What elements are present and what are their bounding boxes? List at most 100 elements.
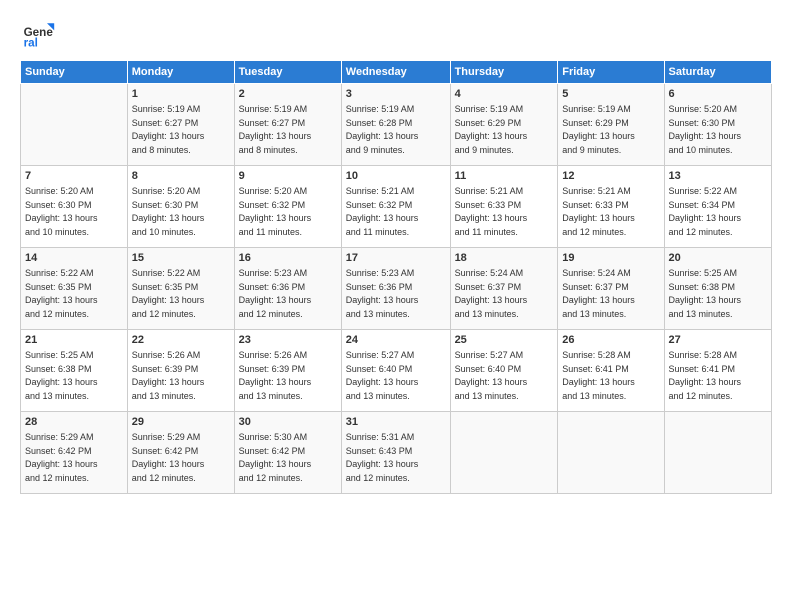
- day-info: Sunrise: 5:27 AM Sunset: 6:40 PM Dayligh…: [346, 350, 419, 401]
- calendar-cell: 28 Sunrise: 5:29 AM Sunset: 6:42 PM Dayli…: [21, 412, 128, 494]
- calendar-week-row: 7Sunrise: 5:20 AM Sunset: 6:30 PM Daylig…: [21, 166, 772, 248]
- calendar-cell: 16Sunrise: 5:23 AM Sunset: 6:36 PM Dayli…: [234, 248, 341, 330]
- calendar-week-row: 28 Sunrise: 5:29 AM Sunset: 6:42 PM Dayli…: [21, 412, 772, 494]
- day-info: Sunrise: 5:24 AM Sunset: 6:37 PM Dayligh…: [455, 268, 528, 319]
- day-number: 17: [346, 251, 446, 266]
- calendar-week-row: 21 Sunrise: 5:25 AM Sunset: 6:38 PM Dayli…: [21, 330, 772, 412]
- day-info: Sunrise: 5:27 AM Sunset: 6:40 PM Dayligh…: [455, 350, 528, 401]
- day-info: Sunrise: 5:25 AM Sunset: 6:38 PM Dayligh…: [669, 268, 742, 319]
- calendar-cell: 30 Sunrise: 5:30 AM Sunset: 6:42 PM Dayli…: [234, 412, 341, 494]
- day-number: 11: [455, 169, 554, 184]
- day-number: 4: [455, 87, 554, 102]
- day-number: 21: [25, 333, 123, 348]
- calendar-header: SundayMondayTuesdayWednesdayThursdayFrid…: [21, 61, 772, 84]
- calendar-cell: 14 Sunrise: 5:22 AM Sunset: 6:35 PM Dayli…: [21, 248, 128, 330]
- day-info: Sunrise: 5:19 AM Sunset: 6:27 PM Dayligh…: [239, 104, 312, 155]
- calendar-cell: 9 Sunrise: 5:20 AM Sunset: 6:32 PM Daylig…: [234, 166, 341, 248]
- calendar-cell: 13Sunrise: 5:22 AM Sunset: 6:34 PM Dayli…: [664, 166, 771, 248]
- day-number: 28: [25, 415, 123, 430]
- calendar-cell: 18Sunrise: 5:24 AM Sunset: 6:37 PM Dayli…: [450, 248, 558, 330]
- day-info: Sunrise: 5:30 AM Sunset: 6:42 PM Dayligh…: [239, 432, 312, 483]
- day-info: Sunrise: 5:19 AM Sunset: 6:29 PM Dayligh…: [562, 104, 635, 155]
- day-number: 2: [239, 87, 337, 102]
- day-number: 25: [455, 333, 554, 348]
- calendar-cell: 27 Sunrise: 5:28 AM Sunset: 6:41 PM Dayli…: [664, 330, 771, 412]
- calendar-cell: 19Sunrise: 5:24 AM Sunset: 6:37 PM Dayli…: [558, 248, 664, 330]
- logo-icon: Gene ral: [20, 16, 56, 52]
- day-info: Sunrise: 5:21 AM Sunset: 6:32 PM Dayligh…: [346, 186, 419, 237]
- calendar-cell: 8Sunrise: 5:20 AM Sunset: 6:30 PM Daylig…: [127, 166, 234, 248]
- day-info: Sunrise: 5:22 AM Sunset: 6:35 PM Dayligh…: [132, 268, 205, 319]
- calendar-cell: 4 Sunrise: 5:19 AM Sunset: 6:29 PM Daylig…: [450, 84, 558, 166]
- day-info: Sunrise: 5:31 AM Sunset: 6:43 PM Dayligh…: [346, 432, 419, 483]
- day-number: 24: [346, 333, 446, 348]
- calendar-cell: 20Sunrise: 5:25 AM Sunset: 6:38 PM Dayli…: [664, 248, 771, 330]
- day-number: 26: [562, 333, 659, 348]
- day-number: 29: [132, 415, 230, 430]
- day-number: 14: [25, 251, 123, 266]
- day-of-week-header: Sunday: [21, 61, 128, 84]
- calendar-cell: 22 Sunrise: 5:26 AM Sunset: 6:39 PM Dayli…: [127, 330, 234, 412]
- day-number: 27: [669, 333, 767, 348]
- calendar-cell: 1 Sunrise: 5:19 AM Sunset: 6:27 PM Daylig…: [127, 84, 234, 166]
- day-of-week-header: Thursday: [450, 61, 558, 84]
- day-number: 6: [669, 87, 767, 102]
- calendar-week-row: 14 Sunrise: 5:22 AM Sunset: 6:35 PM Dayli…: [21, 248, 772, 330]
- day-info: Sunrise: 5:29 AM Sunset: 6:42 PM Dayligh…: [25, 432, 98, 483]
- page: Gene ral SundayMondayTuesdayWednesdayThu…: [0, 0, 792, 612]
- day-of-week-header: Saturday: [664, 61, 771, 84]
- day-info: Sunrise: 5:26 AM Sunset: 6:39 PM Dayligh…: [239, 350, 312, 401]
- calendar-cell: 25 Sunrise: 5:27 AM Sunset: 6:40 PM Dayli…: [450, 330, 558, 412]
- header-row: SundayMondayTuesdayWednesdayThursdayFrid…: [21, 61, 772, 84]
- svg-text:ral: ral: [24, 37, 38, 50]
- calendar-cell: 3 Sunrise: 5:19 AM Sunset: 6:28 PM Daylig…: [341, 84, 450, 166]
- day-info: Sunrise: 5:28 AM Sunset: 6:41 PM Dayligh…: [669, 350, 742, 401]
- day-number: 5: [562, 87, 659, 102]
- day-number: 23: [239, 333, 337, 348]
- calendar-cell: 7Sunrise: 5:20 AM Sunset: 6:30 PM Daylig…: [21, 166, 128, 248]
- calendar-cell: 10 Sunrise: 5:21 AM Sunset: 6:32 PM Dayli…: [341, 166, 450, 248]
- day-of-week-header: Monday: [127, 61, 234, 84]
- calendar-cell: 15 Sunrise: 5:22 AM Sunset: 6:35 PM Dayli…: [127, 248, 234, 330]
- calendar-body: 1 Sunrise: 5:19 AM Sunset: 6:27 PM Daylig…: [21, 84, 772, 494]
- day-info: Sunrise: 5:19 AM Sunset: 6:28 PM Dayligh…: [346, 104, 419, 155]
- calendar-cell: 11 Sunrise: 5:21 AM Sunset: 6:33 PM Dayli…: [450, 166, 558, 248]
- day-of-week-header: Friday: [558, 61, 664, 84]
- day-number: 9: [239, 169, 337, 184]
- calendar-cell: 12Sunrise: 5:21 AM Sunset: 6:33 PM Dayli…: [558, 166, 664, 248]
- day-number: 1: [132, 87, 230, 102]
- day-info: Sunrise: 5:22 AM Sunset: 6:34 PM Dayligh…: [669, 186, 742, 237]
- calendar-cell: [664, 412, 771, 494]
- day-info: Sunrise: 5:19 AM Sunset: 6:29 PM Dayligh…: [455, 104, 528, 155]
- day-info: Sunrise: 5:20 AM Sunset: 6:32 PM Dayligh…: [239, 186, 312, 237]
- day-number: 10: [346, 169, 446, 184]
- calendar-cell: 5 Sunrise: 5:19 AM Sunset: 6:29 PM Daylig…: [558, 84, 664, 166]
- day-of-week-header: Wednesday: [341, 61, 450, 84]
- day-number: 22: [132, 333, 230, 348]
- day-info: Sunrise: 5:28 AM Sunset: 6:41 PM Dayligh…: [562, 350, 635, 401]
- calendar-cell: 21 Sunrise: 5:25 AM Sunset: 6:38 PM Dayli…: [21, 330, 128, 412]
- calendar-cell: 24 Sunrise: 5:27 AM Sunset: 6:40 PM Dayli…: [341, 330, 450, 412]
- day-number: 30: [239, 415, 337, 430]
- calendar-cell: [21, 84, 128, 166]
- day-info: Sunrise: 5:24 AM Sunset: 6:37 PM Dayligh…: [562, 268, 635, 319]
- day-info: Sunrise: 5:23 AM Sunset: 6:36 PM Dayligh…: [346, 268, 419, 319]
- day-info: Sunrise: 5:29 AM Sunset: 6:42 PM Dayligh…: [132, 432, 205, 483]
- day-number: 3: [346, 87, 446, 102]
- calendar: SundayMondayTuesdayWednesdayThursdayFrid…: [20, 60, 772, 494]
- day-info: Sunrise: 5:25 AM Sunset: 6:38 PM Dayligh…: [25, 350, 98, 401]
- calendar-cell: 2 Sunrise: 5:19 AM Sunset: 6:27 PM Daylig…: [234, 84, 341, 166]
- day-info: Sunrise: 5:23 AM Sunset: 6:36 PM Dayligh…: [239, 268, 312, 319]
- header: Gene ral: [20, 16, 772, 52]
- calendar-cell: [450, 412, 558, 494]
- calendar-cell: [558, 412, 664, 494]
- day-info: Sunrise: 5:26 AM Sunset: 6:39 PM Dayligh…: [132, 350, 205, 401]
- day-info: Sunrise: 5:22 AM Sunset: 6:35 PM Dayligh…: [25, 268, 98, 319]
- calendar-week-row: 1 Sunrise: 5:19 AM Sunset: 6:27 PM Daylig…: [21, 84, 772, 166]
- day-info: Sunrise: 5:21 AM Sunset: 6:33 PM Dayligh…: [455, 186, 528, 237]
- day-info: Sunrise: 5:19 AM Sunset: 6:27 PM Dayligh…: [132, 104, 205, 155]
- day-number: 31: [346, 415, 446, 430]
- day-of-week-header: Tuesday: [234, 61, 341, 84]
- calendar-cell: 29 Sunrise: 5:29 AM Sunset: 6:42 PM Dayli…: [127, 412, 234, 494]
- day-number: 15: [132, 251, 230, 266]
